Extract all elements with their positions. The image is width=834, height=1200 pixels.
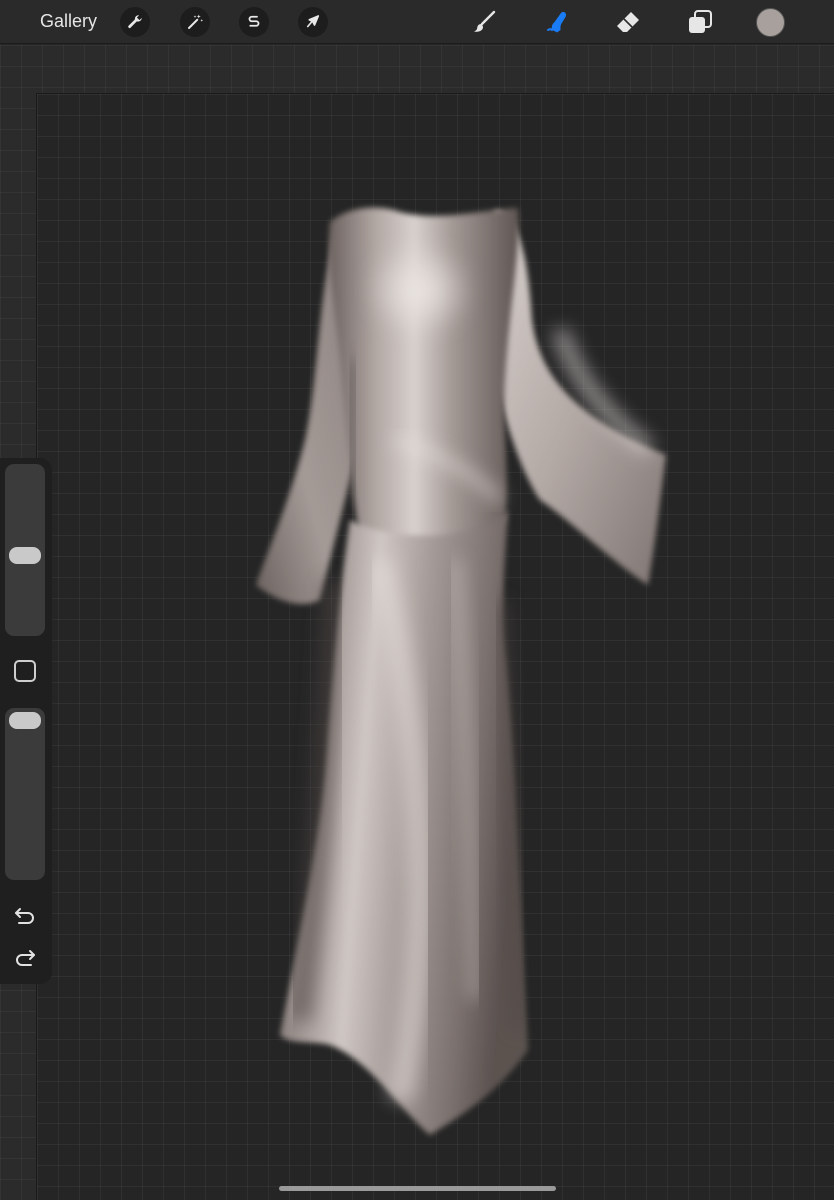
redo-button[interactable] xyxy=(12,946,38,970)
side-toolbar xyxy=(0,458,52,984)
eraser-icon xyxy=(617,12,639,32)
adjustments-button[interactable] xyxy=(180,7,210,37)
top-toolbar: Gallery xyxy=(0,0,834,44)
actions-button[interactable] xyxy=(120,7,150,37)
selection-s-icon xyxy=(248,15,260,27)
magic-wand-icon xyxy=(188,14,204,29)
smudge-finger-icon xyxy=(547,11,566,33)
undo-icon xyxy=(15,908,34,924)
home-indicator[interactable] xyxy=(279,1186,556,1191)
brush-button[interactable] xyxy=(468,6,500,38)
gallery-button[interactable]: Gallery xyxy=(40,11,97,32)
eraser-button[interactable] xyxy=(612,6,644,38)
smudge-button[interactable] xyxy=(541,6,573,38)
modify-button[interactable] xyxy=(14,660,36,682)
layers-icon xyxy=(689,10,712,33)
procreate-app: Gallery xyxy=(0,0,834,1200)
layers-button[interactable] xyxy=(684,6,716,38)
opacity-slider[interactable] xyxy=(5,708,45,880)
undo-button[interactable] xyxy=(12,904,38,928)
brush-size-slider[interactable] xyxy=(5,464,45,636)
transform-button[interactable] xyxy=(298,7,328,37)
selection-button[interactable] xyxy=(239,7,269,37)
brush-icon xyxy=(474,10,496,32)
opacity-thumb[interactable] xyxy=(9,712,41,729)
canvas-document[interactable] xyxy=(36,93,834,1200)
brush-size-thumb[interactable] xyxy=(9,547,41,564)
color-swatch[interactable] xyxy=(756,8,785,37)
arrow-cursor-icon xyxy=(306,15,320,28)
redo-icon xyxy=(16,950,35,966)
wrench-icon xyxy=(128,15,142,29)
